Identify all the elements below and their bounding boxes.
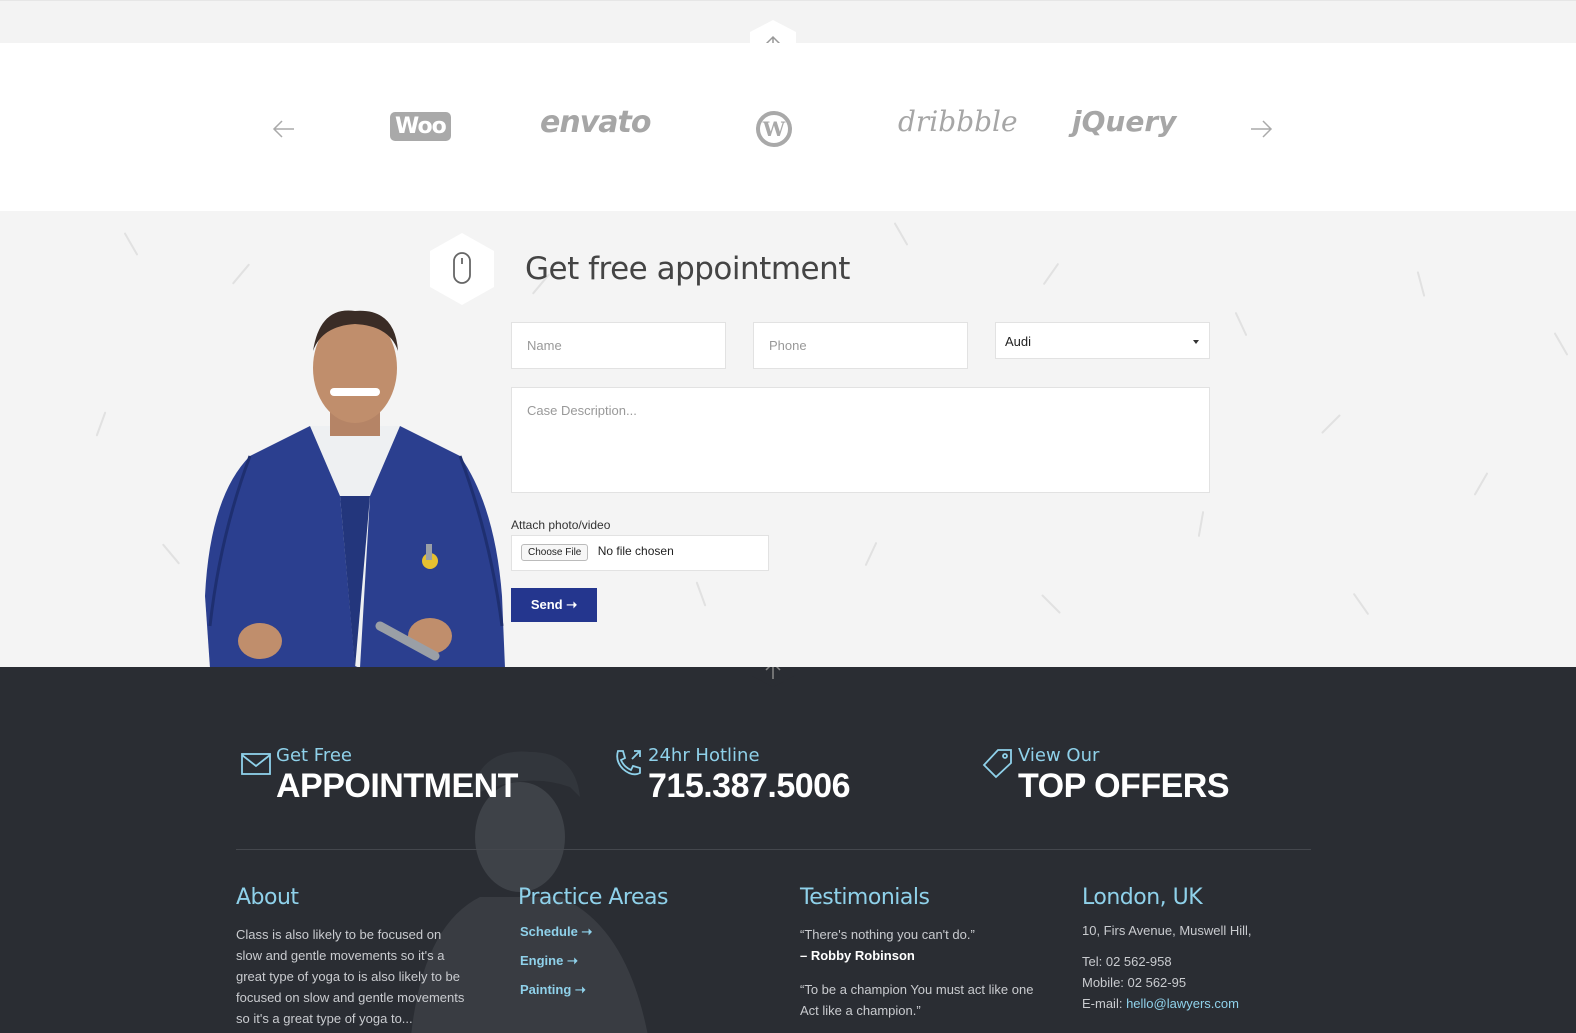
cta-offers-big: TOP OFFERS: [1018, 767, 1230, 805]
tool-pattern-icon: [1197, 511, 1205, 537]
testimonial-text: “To be a champion You must act like one …: [800, 982, 1034, 1018]
tool-pattern-icon: [1321, 414, 1341, 434]
practice-link-painting[interactable]: Painting ➝: [518, 982, 668, 998]
attach-label: Attach photo/video: [511, 518, 611, 532]
testimonial-quote: “There's nothing you can't do.” – Robby …: [800, 924, 1040, 966]
tag-icon: [982, 749, 1012, 779]
testimonials-column: Testimonials “There's nothing you can't …: [800, 885, 1040, 1021]
tool-pattern-icon: [1041, 594, 1061, 614]
practice-areas-column: Practice Areas Schedule ➝ Engine ➝ Paint…: [518, 885, 668, 1011]
phone-icon: [616, 750, 641, 776]
car-make-select[interactable]: Audi: [995, 322, 1210, 359]
file-input[interactable]: Choose File No file chosen: [511, 535, 769, 571]
contact-address: 10, Firs Avenue, Muswell Hill,: [1082, 923, 1252, 938]
contact-email-label: E-mail:: [1082, 996, 1127, 1011]
dribbble-logo: dribbble: [898, 105, 1018, 138]
cta-appointment-big: APPOINTMENT: [276, 767, 518, 805]
contact-tel: Tel: 02 562-958: [1082, 954, 1172, 969]
arrow-right-icon[interactable]: [1247, 115, 1275, 143]
tool-pattern-icon: [864, 541, 878, 567]
testimonial-author: – Robby Robinson: [800, 948, 915, 963]
tool-pattern-icon: [161, 543, 181, 565]
contact-email-line: E-mail: hello@lawyers.com: [1082, 993, 1252, 1014]
testimonial-quote: “To be a champion You must act like one …: [800, 979, 1040, 1021]
name-field[interactable]: Name: [511, 322, 726, 369]
tool-pattern-icon: [123, 232, 139, 256]
contact-mobile: Mobile: 02 562-95: [1082, 975, 1187, 990]
cta-appointment-small: Get Free: [276, 745, 352, 766]
testimonials-title: Testimonials: [800, 885, 930, 910]
mouse-icon: [430, 233, 494, 305]
practice-areas-title: Practice Areas: [518, 885, 668, 910]
tool-pattern-icon: [893, 222, 909, 246]
tool-pattern-icon: [1553, 332, 1569, 356]
mechanic-photo: [205, 310, 505, 667]
woo-logo: Woo: [390, 112, 451, 141]
tool-pattern-icon: [695, 581, 707, 607]
envelope-icon: [241, 753, 271, 775]
send-button[interactable]: Send ➝: [511, 588, 597, 622]
appointment-title: Get free appointment: [525, 251, 850, 287]
cta-hotline-small: 24hr Hotline: [648, 745, 760, 766]
tool-pattern-icon: [1042, 262, 1060, 286]
practice-link-schedule[interactable]: Schedule ➝: [518, 924, 668, 940]
contact-email-link[interactable]: hello@lawyers.com: [1126, 996, 1239, 1011]
tool-pattern-icon: [95, 411, 107, 437]
about-text: Class is also likely to be focused on sl…: [236, 927, 465, 1026]
tool-pattern-icon: [1352, 592, 1370, 616]
cta-offers-small: View Our: [1018, 745, 1100, 766]
jquery-logo: jQuery: [1072, 105, 1177, 138]
tool-pattern-icon: [1473, 472, 1489, 496]
wordpress-logo: W: [756, 111, 792, 147]
tool-pattern-icon: [1234, 311, 1248, 337]
about-title: About: [236, 885, 299, 910]
tool-pattern-icon: [1416, 271, 1426, 297]
envato-logo: envato: [540, 105, 651, 140]
choose-file-button[interactable]: Choose File: [521, 544, 589, 561]
testimonial-text: “There's nothing you can't do.”: [800, 927, 975, 942]
case-description-textarea[interactable]: Case Description...: [511, 387, 1210, 493]
footer-divider: [236, 849, 1311, 850]
phone-field[interactable]: Phone: [753, 322, 968, 369]
footer: Get Free APPOINTMENT 24hr Hotline 715.38…: [0, 667, 1576, 1033]
scroll-up-icon[interactable]: [750, 667, 796, 687]
chevron-down-icon: [1193, 340, 1199, 344]
contact-column: London, UK 10, Firs Avenue, Muswell Hill…: [1082, 885, 1252, 1014]
cta-hotline-big: 715.387.5006: [648, 767, 850, 805]
partner-logos-carousel: Woo envato W dribbble jQuery: [0, 43, 1576, 211]
practice-link-engine[interactable]: Engine ➝: [518, 953, 668, 969]
tool-pattern-icon: [231, 263, 251, 285]
car-make-select-value: Audi: [1005, 334, 1032, 349]
arrow-left-icon[interactable]: [270, 115, 298, 143]
about-column: About Class is also likely to be focused…: [236, 885, 466, 1029]
file-status: No file chosen: [597, 544, 674, 558]
contact-title: London, UK: [1082, 885, 1203, 910]
appointment-section: Get free appointment Name Phone Audi Cas…: [0, 211, 1576, 667]
